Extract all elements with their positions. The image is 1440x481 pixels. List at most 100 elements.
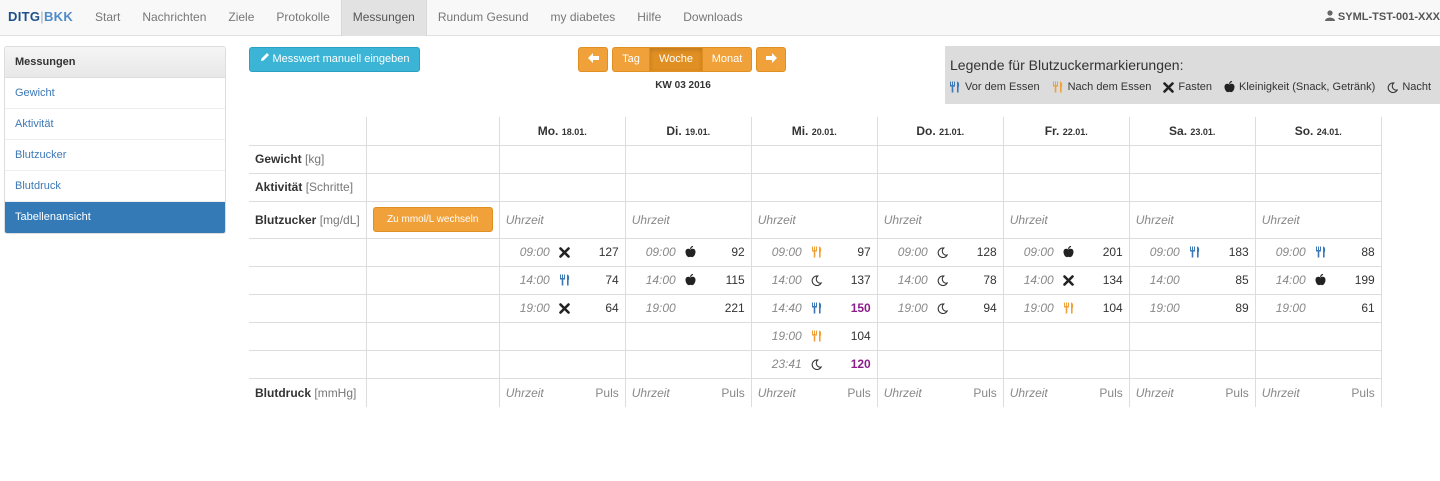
empty-cell[interactable] [1002,172,1130,201]
moon-icon [936,301,950,315]
empty-cell[interactable] [498,144,626,173]
glucose-cell[interactable]: 19:00 104 [1002,293,1130,322]
glucose-cell[interactable]: 14:00 74 [498,265,626,294]
glucose-cell[interactable]: 14:40 150 [750,293,878,322]
apple-icon [684,273,698,287]
week-label: KW 03 2016 [655,80,711,91]
uhrzeit-cell: Uhrzeit [1254,200,1382,238]
empty-cell[interactable] [876,144,1004,173]
empty-cell[interactable] [498,172,626,201]
empty-cell[interactable] [876,172,1004,201]
legend-item: Vor dem Essen [949,81,1040,93]
legend-label: Vor dem Essen [965,81,1040,93]
cross-icon [558,245,572,259]
glucose-cell[interactable]: 14:00 137 [750,265,878,294]
glucose-cell[interactable]: 19:00 89 [1128,293,1256,322]
legend-item: Fasten [1163,81,1212,93]
glucose-cell[interactable]: 09:00 92 [624,237,752,266]
legend-item: Nach dem Essen [1052,81,1151,93]
nav-my-diabetes[interactable]: my diabetes [540,0,627,36]
cross-icon [558,301,572,315]
empty-cell[interactable] [624,172,752,201]
prev-week-button[interactable] [578,47,608,72]
glucose-cell[interactable]: 09:00 127 [498,237,626,266]
cross-icon [1163,81,1176,93]
glucose-cell[interactable]: 19:00 104 [750,321,878,350]
day-header: Mi. 20.01. [750,117,878,145]
glucose-cell[interactable]: 14:00 78 [876,265,1004,294]
fork-knife-blue-icon [558,273,572,287]
sidebar-item-blutzucker[interactable]: Blutzucker [5,140,225,171]
glucose-cell[interactable]: 09:00 97 [750,237,878,266]
glucose-cell[interactable]: 19:00 221 [624,293,752,322]
legend-label: Nacht [1402,81,1432,93]
pencil-icon [260,48,270,71]
fork-knife-blue-icon [1188,245,1202,259]
day-header: Fr. 22.01. [1002,117,1130,145]
glucose-cell[interactable]: 09:00 201 [1002,237,1130,266]
nav-protokolle[interactable]: Protokolle [265,0,340,36]
table-row-gewicht: Gewicht [kg] [249,144,1382,173]
empty-cell[interactable] [750,144,878,173]
legend-item: Nacht [1387,81,1431,93]
day-header: Sa. 23.01. [1128,117,1256,145]
glucose-cell[interactable]: 14:00 199 [1254,265,1382,294]
row-label-blutdruck: Blutdruck [mmHg] [249,377,367,407]
nav-messungen[interactable]: Messungen [340,0,427,36]
empty-cell[interactable] [1002,144,1130,173]
glucose-cell[interactable]: 19:00 94 [876,293,1004,322]
view-woche-button[interactable]: Woche [649,47,703,72]
sidebar-item-blutdruck[interactable]: Blutdruck [5,171,225,202]
sidebar-item-gewicht[interactable]: Gewicht [5,78,225,109]
switch-unit-button[interactable]: Zu mmol/L wechseln [372,207,493,232]
glucose-legend: Legende für Blutzuckermarkierungen: Vor … [945,46,1440,104]
empty-cell[interactable] [1254,172,1382,201]
empty-cell[interactable] [750,172,878,201]
glucose-cell[interactable]: 19:00 61 [1254,293,1382,322]
glucose-cell[interactable]: 09:00 128 [876,237,1004,266]
blutdruck-cell: Uhrzeit Puls [1002,377,1130,407]
day-header: Mo. 18.01. [498,117,626,145]
uhrzeit-cell: Uhrzeit [624,200,752,238]
day-header: So. 24.01. [1254,117,1382,145]
blutdruck-cell: Uhrzeit Puls [876,377,1004,407]
view-monat-button[interactable]: Monat [702,47,752,72]
row-label-gewicht: Gewicht [kg] [249,144,367,173]
legend-item: Kleinigkeit (Snack, Getränk) [1224,81,1375,93]
moon-icon [810,273,824,287]
glucose-cell[interactable]: 19:00 64 [498,293,626,322]
empty-cell[interactable] [624,144,752,173]
sidebar-item-tabellenansicht[interactable]: Tabellenansicht [5,202,225,233]
day-header: Di. 19.01. [624,117,752,145]
nav-downloads[interactable]: Downloads [672,0,753,36]
empty-cell[interactable] [1128,144,1256,173]
day-header: Do. 21.01. [876,117,1004,145]
nav-rundum-gesund[interactable]: Rundum Gesund [427,0,540,36]
fork-knife-orange-icon [810,329,824,343]
arrow-right-icon [765,53,777,65]
apple-icon [1062,245,1076,259]
glucose-cell[interactable]: 23:41 120 [750,349,878,378]
view-tag-button[interactable]: Tag [612,47,650,72]
nav-ziele[interactable]: Ziele [217,0,265,36]
uhrzeit-cell: Uhrzeit [498,200,626,238]
glucose-cell[interactable]: 14:00 85 [1128,265,1256,294]
empty-cell[interactable] [1254,144,1382,173]
glucose-cell[interactable]: 14:00 134 [1002,265,1130,294]
glucose-cell[interactable]: 14:00 115 [624,265,752,294]
nav-start[interactable]: Start [84,0,131,36]
brand-logo[interactable]: DITG|BKK [8,0,73,36]
glucose-cell[interactable]: 09:00 183 [1128,237,1256,266]
main-nav: Start Nachrichten Ziele Protokolle Messu… [84,0,754,36]
nav-hilfe[interactable]: Hilfe [626,0,672,36]
nav-nachrichten[interactable]: Nachrichten [131,0,217,36]
blutdruck-cell: Uhrzeit Puls [1254,377,1382,407]
empty-cell[interactable] [1128,172,1256,201]
user-menu[interactable]: SYML-TST-001-XXX [1324,0,1440,36]
glucose-cell[interactable]: 09:00 88 [1254,237,1382,266]
next-week-button[interactable] [756,47,786,72]
manual-entry-button[interactable]: Messwert manuell eingeben [249,47,420,72]
sidebar-item-aktivitaet[interactable]: Aktivität [5,109,225,140]
blutdruck-cell: Uhrzeit Puls [498,377,626,407]
top-navbar: DITG|BKK Start Nachrichten Ziele Protoko… [0,0,1440,36]
